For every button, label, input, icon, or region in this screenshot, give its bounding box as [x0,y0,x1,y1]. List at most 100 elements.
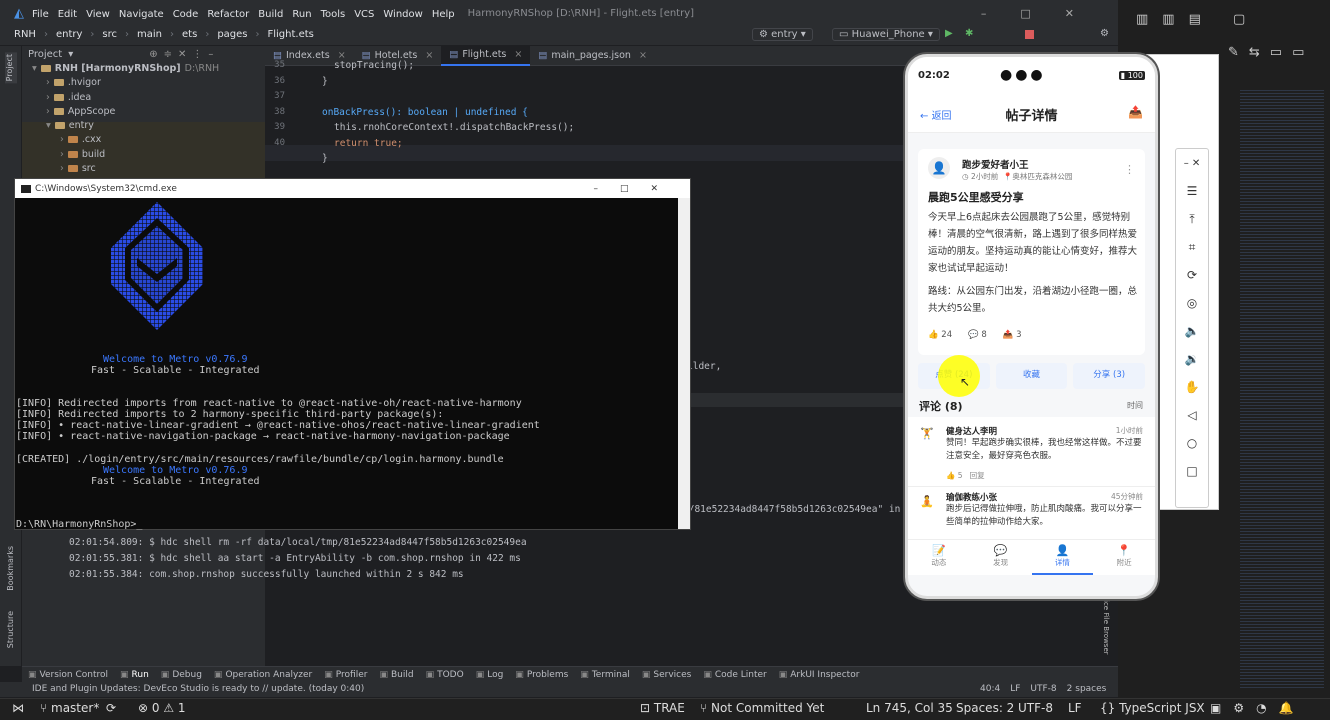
run-icon[interactable]: ▶ [945,28,953,39]
location-icon[interactable]: ◎ [1176,289,1208,317]
close-icon[interactable]: × [514,45,522,65]
menu-item-help[interactable]: Help [432,9,455,20]
tool-tab-profiler[interactable]: ▣ Profiler [318,670,373,680]
run-config-select[interactable]: ⚙ entry ▾ [752,28,813,41]
shake-icon[interactable]: ✋ [1176,373,1208,401]
chevron-right-icon[interactable]: ▾ [32,63,37,74]
cmd-scrollbar[interactable] [678,198,690,529]
debug-icon[interactable]: ✱ [965,28,973,39]
window-tool-icons[interactable]: ▥▥▤ ▢ [1136,12,1259,27]
branch-icon[interactable]: ⑂ master* [40,701,99,715]
tree-item[interactable]: › .idea [28,91,265,105]
chevron-right-icon[interactable]: › [60,149,64,160]
close-icon[interactable]: × [425,46,433,66]
tool-tab-terminal[interactable]: ▣ Terminal [574,670,636,680]
rotate-icon[interactable]: ⟳ [1176,261,1208,289]
sync-icon[interactable]: ⟳ [106,701,116,715]
menu-item-tools[interactable]: Tools [321,9,346,20]
tree-item[interactable]: › src [28,162,265,176]
tool-tab-log[interactable]: ▣ Log [470,670,510,680]
chevron-right-icon[interactable]: › [46,106,50,117]
menu-item-vcs[interactable]: VCS [354,9,374,20]
editor-tab[interactable]: ▤ Flight.ets × [441,45,531,66]
status-item[interactable]: 40:4 [980,684,1000,694]
remote-icon[interactable]: ⋈ [12,701,24,715]
tool-tab-run[interactable]: ▣ Run [114,670,155,680]
menu-icon[interactable]: ☰ [1176,177,1208,205]
cursor-position[interactable]: Ln 745, Col 35 [866,701,953,715]
tree-item[interactable]: › .cxx [28,133,265,147]
comment-author[interactable]: 瑜伽教练小张 [946,491,997,503]
tree-item[interactable]: › build [28,148,265,162]
menu-item-navigate[interactable]: Navigate [119,9,164,20]
volume-down-icon[interactable]: 🔉 [1176,345,1208,373]
line-ending[interactable]: LF [1068,701,1082,715]
volume-up-icon[interactable]: 🔈 [1176,317,1208,345]
nav-tab[interactable]: 👤 详情 [1031,540,1094,575]
tree-item[interactable]: ▾ entry [28,119,265,133]
tool-bookmarks[interactable]: Bookmarks [6,546,15,591]
menu-item-refactor[interactable]: Refactor [207,9,249,20]
emu-window-controls[interactable]: – ✕ [1176,149,1208,177]
tool-tab-code-linter[interactable]: ▣ Code Linter [697,670,772,680]
edit-tool-icons[interactable]: ✎⇆▭▭ [1228,45,1314,60]
tool-tab-version-control[interactable]: ▣ Version Control [22,670,114,680]
tool-tab-operation-analyzer[interactable]: ▣ Operation Analyzer [208,670,318,680]
breadcrumb-item[interactable]: RNH [14,29,36,40]
project-label[interactable]: Project [28,49,62,60]
breadcrumb-item[interactable]: src [102,29,117,40]
recents-nav-icon[interactable]: □ [1176,457,1208,485]
nav-tab[interactable]: 💬 发现 [970,540,1032,575]
chevron-right-icon[interactable]: › [60,134,64,145]
encoding[interactable]: UTF-8 [1018,701,1053,715]
tree-item[interactable]: › AppScope [28,105,265,119]
home-nav-icon[interactable]: ○ [1176,429,1208,457]
nav-tab[interactable]: 📝 动态 [908,540,970,575]
tree-item[interactable]: › .hvigor [28,76,265,90]
tree-item[interactable]: ▾ RNH [HarmonyRNShop] D:\RNH [28,62,265,76]
chevron-right-icon[interactable]: › [60,163,64,174]
device-select[interactable]: ▭ Huawei_Phone ▾ [832,28,940,41]
tray-icons[interactable]: ▣⚙◔🔔 [1210,701,1306,715]
menu-item-run[interactable]: Run [292,9,311,20]
status-item[interactable]: 2 spaces [1067,684,1107,694]
vcs-status[interactable]: ⑂ Not Committed Yet [700,701,824,715]
menu-item-build[interactable]: Build [258,9,283,20]
close-icon[interactable]: × [639,46,647,66]
tool-tab-problems[interactable]: ▣ Problems [509,670,574,680]
chevron-right-icon[interactable]: › [46,92,50,103]
window-controls[interactable]: –□✕ [981,7,1108,20]
comment-author[interactable]: 健身达人李明 [946,425,997,437]
breadcrumb-item[interactable]: Flight.ets [268,29,314,40]
settings-icon[interactable]: ⚙ [1100,28,1109,39]
breadcrumb-item[interactable]: ets [182,29,197,40]
pin-icon[interactable]: ⤒ [1176,205,1208,233]
problems-indicator[interactable]: ⊗ 0 ⚠ 1 [138,701,186,715]
chevron-right-icon[interactable]: › [46,77,50,88]
tool-tab-todo[interactable]: ▣ TODO [420,670,470,680]
tool-tab-arkui-inspector[interactable]: ▣ ArkUI Inspector [773,670,866,680]
status-message[interactable]: IDE and Plugin Updates: DevEco Studio is… [32,684,364,694]
trae-indicator[interactable]: ⊡ TRAE [640,701,685,715]
tool-structure[interactable]: Structure [6,611,15,648]
menu-item-window[interactable]: Window [383,9,422,20]
nav-tab[interactable]: 📍 附近 [1093,540,1155,575]
chevron-right-icon[interactable]: ▾ [46,120,51,131]
menu-item-view[interactable]: View [86,9,110,20]
tool-project[interactable]: Project [5,52,17,84]
status-item[interactable]: UTF-8 [1030,684,1056,694]
menu-item-code[interactable]: Code [173,9,199,20]
comment-likes[interactable]: 👍 5 回复 [946,470,985,481]
menu-item-edit[interactable]: Edit [58,9,77,20]
back-nav-icon[interactable]: ◁ [1176,401,1208,429]
tool-tab-services[interactable]: ▣ Services [636,670,697,680]
file-browser-label[interactable]: ice File Browser [1102,600,1110,655]
language-mode[interactable]: {} TypeScript JSX [1100,701,1205,715]
tool-tab-debug[interactable]: ▣ Debug [155,670,208,680]
sort-label[interactable]: 时间 [1127,400,1143,411]
author-name[interactable]: 跑步爱好者小王 [962,157,1029,171]
breadcrumb-item[interactable]: entry [56,29,82,40]
indentation[interactable]: Spaces: 2 [956,701,1014,715]
favorite-button[interactable]: 收藏 [995,363,1068,389]
stop-icon[interactable] [1025,30,1034,39]
